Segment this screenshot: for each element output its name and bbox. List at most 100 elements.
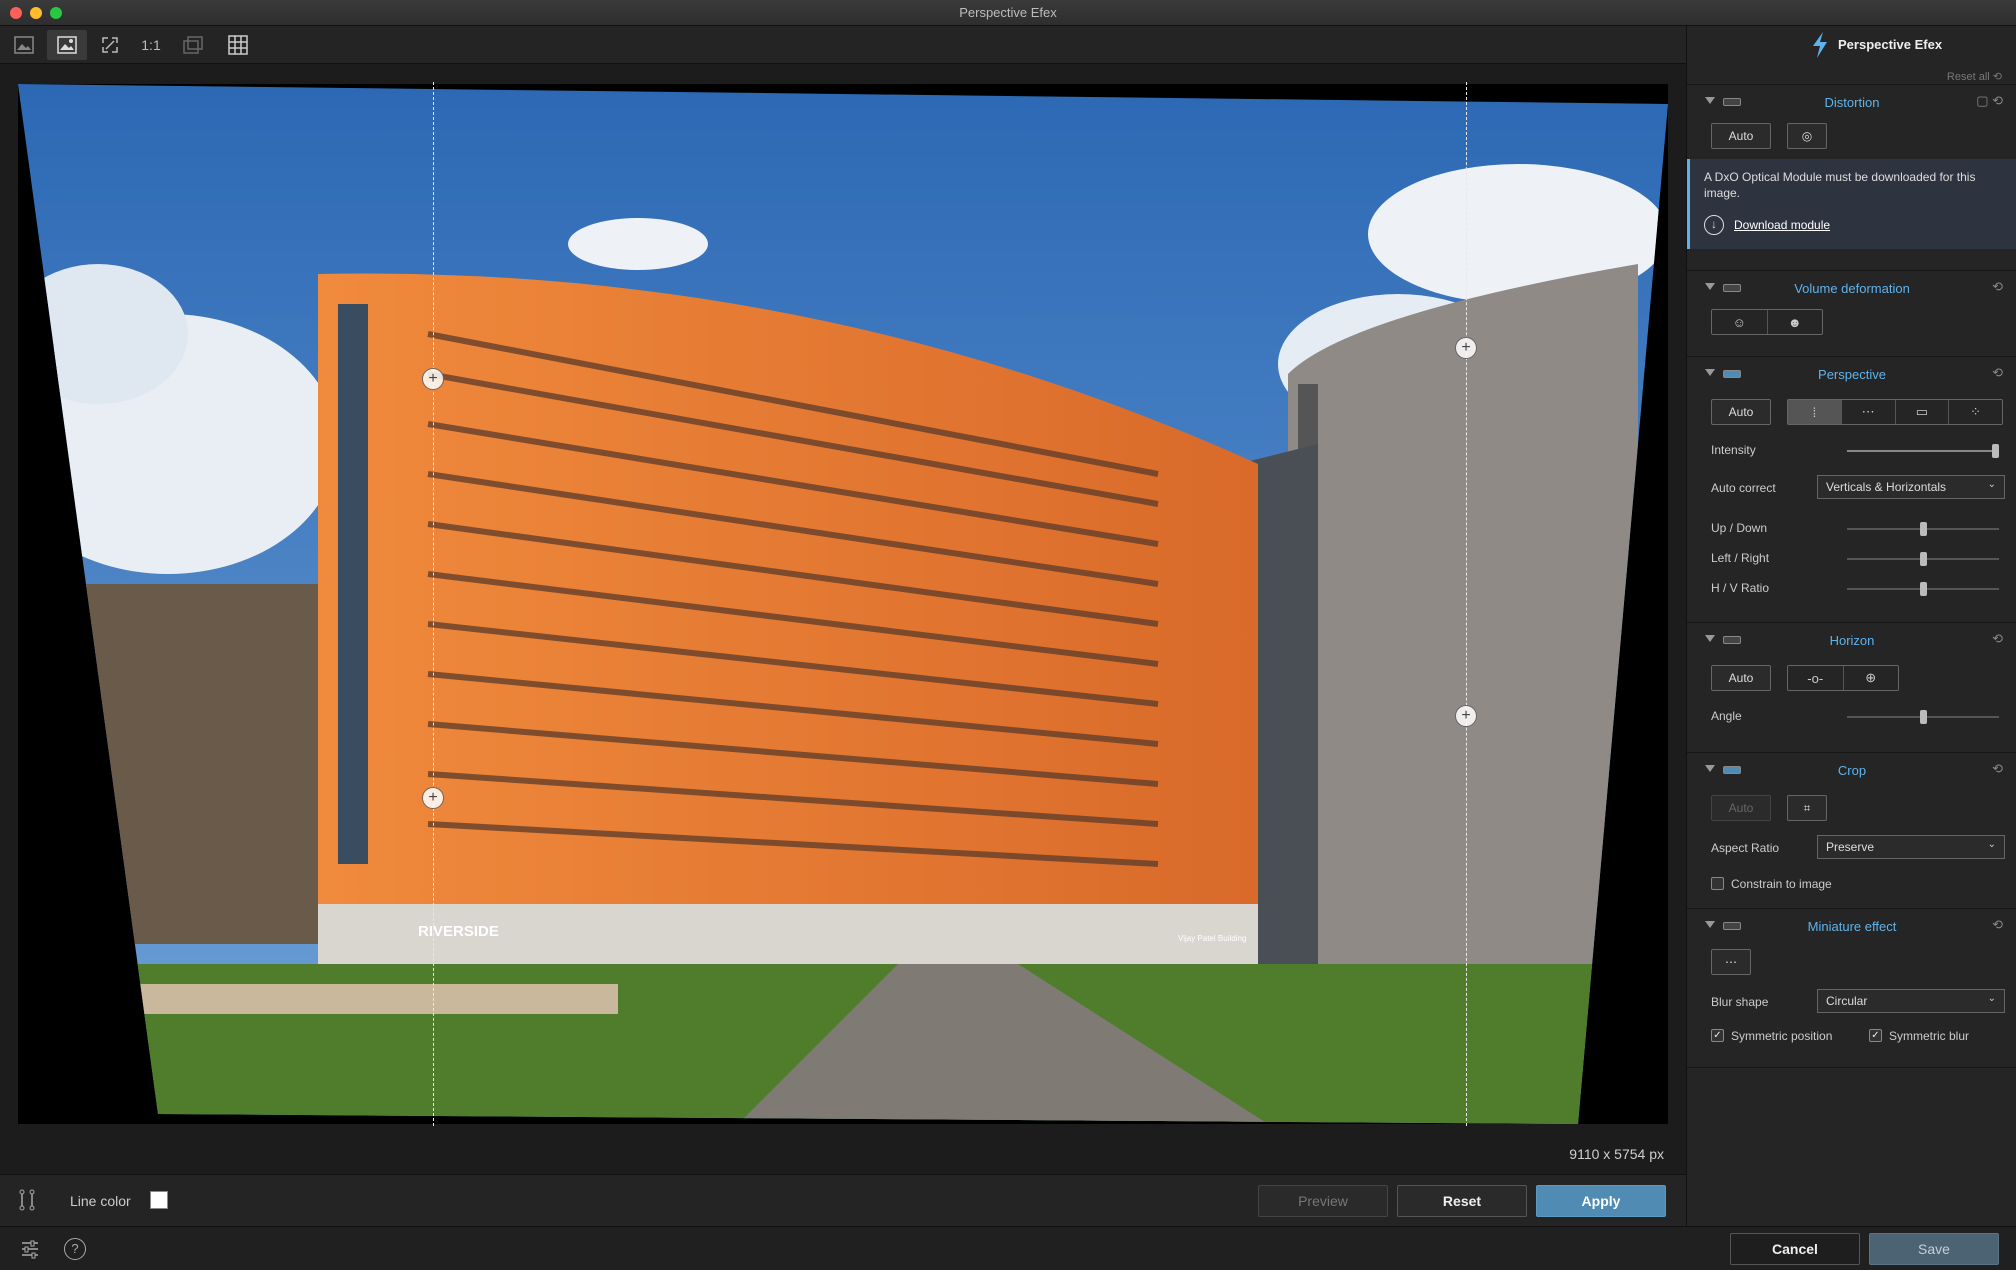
building-sign: Vijay Patel Building <box>1178 934 1246 943</box>
guide-handle-icon[interactable]: + <box>1455 337 1477 359</box>
chevron-down-icon: ⌄ <box>1987 479 1996 490</box>
left-right-slider[interactable] <box>1847 552 1999 566</box>
horizontals-icon[interactable]: ⋯ <box>1842 400 1896 424</box>
volume-panel: Volume deformation ⟲ ☺ ☻ <box>1687 270 2016 356</box>
riverside-sign: RIVERSIDE <box>418 923 499 940</box>
undo-icon[interactable]: ⟲ <box>1992 917 2003 933</box>
aspect-ratio-select[interactable]: Preserve ⌄ <box>1817 835 2005 859</box>
symmetric-blur-label: Symmetric blur <box>1889 1029 1970 1043</box>
notice-text: A DxO Optical Module must be downloaded … <box>1704 170 1976 200</box>
volume-mode-group: ☺ ☻ <box>1711 309 1823 335</box>
grid-icon[interactable] <box>218 30 258 60</box>
panel-title: Perspective <box>1818 367 1886 382</box>
up-down-label: Up / Down <box>1711 521 1768 535</box>
points-icon[interactable]: ⁘ <box>1949 400 2002 424</box>
image-canvas[interactable]: RIVERSIDE Vijay Patel Building + + + + 9… <box>0 64 1686 1174</box>
volume-face-icon[interactable]: ☻ <box>1768 310 1823 334</box>
constrain-label: Constrain to image <box>1731 877 1832 891</box>
vertical-guide-left[interactable] <box>433 82 434 1126</box>
horizon-rotate-icon[interactable]: ⊕ <box>1844 666 1899 690</box>
chevron-down-icon: ⌄ <box>1987 839 1996 850</box>
panel-title: Horizon <box>1829 633 1875 648</box>
miniature-shape-icon[interactable]: ⋯ <box>1711 949 1751 975</box>
image-dimensions: 9110 x 5754 px <box>1569 1146 1664 1162</box>
verticals-icon[interactable]: ⁞ <box>1788 400 1842 424</box>
brand-logo-icon <box>1813 32 1827 58</box>
chevron-down-icon: ⌄ <box>1987 993 1996 1004</box>
blur-shape-label: Blur shape <box>1711 995 1769 1009</box>
zoom-100-button[interactable]: 1:1 <box>131 30 171 60</box>
guide-handle-icon[interactable]: + <box>1455 705 1477 727</box>
lens-icon[interactable]: ◎ <box>1787 123 1827 149</box>
line-color-label: Line color <box>70 1193 131 1209</box>
vertical-guide-right[interactable] <box>1466 82 1467 1126</box>
reset-all-button[interactable]: Reset all ⟲ <box>1947 70 2002 83</box>
after-view-icon[interactable] <box>47 30 87 60</box>
perspective-panel: Perspective ⟲ Auto ⁞ ⋯ ▭ ⁘ Intensity Auto co… <box>1687 356 2016 622</box>
undo-icon[interactable]: ▢ ⟲ <box>1976 93 2003 109</box>
symmetric-blur-checkbox[interactable]: ✓ <box>1869 1029 1882 1042</box>
rectangle-icon[interactable]: ▭ <box>1896 400 1950 424</box>
apply-button[interactable]: Apply <box>1536 1185 1666 1217</box>
undo-icon[interactable]: ⟲ <box>1992 631 2003 647</box>
volume-person-icon[interactable]: ☺ <box>1712 310 1768 334</box>
left-right-knob[interactable] <box>1919 552 1927 566</box>
up-down-slider[interactable] <box>1847 522 1999 536</box>
angle-label: Angle <box>1711 709 1742 723</box>
fit-screen-icon[interactable] <box>90 30 130 60</box>
intensity-knob[interactable] <box>1992 444 1999 458</box>
crop-panel: Crop ⟲ Auto ⌗ Aspect Ratio Preserve ⌄ Cons… <box>1687 752 2016 908</box>
perspective-auto-button[interactable]: Auto <box>1711 399 1771 425</box>
intensity-label: Intensity <box>1711 443 1756 457</box>
horizon-line-icon[interactable]: -o- <box>1788 666 1844 690</box>
hv-ratio-knob[interactable] <box>1919 582 1927 596</box>
distortion-panel: Distortion ▢ ⟲ Auto ◎ A DxO Optical Modul… <box>1687 84 2016 270</box>
horizon-auto-button[interactable]: Auto <box>1711 665 1771 691</box>
hv-ratio-label: H / V Ratio <box>1711 581 1770 595</box>
module-notice: A DxO Optical Module must be downloaded … <box>1687 159 2016 249</box>
undo-icon[interactable]: ⟲ <box>1992 761 2003 777</box>
symmetric-position-checkbox[interactable]: ✓ <box>1711 1029 1724 1042</box>
line-color-swatch[interactable] <box>150 1191 168 1209</box>
blur-shape-select[interactable]: Circular ⌄ <box>1817 989 2005 1013</box>
up-down-knob[interactable] <box>1919 522 1927 536</box>
constrain-checkbox[interactable] <box>1711 877 1724 890</box>
symmetric-position-label: Symmetric position <box>1731 1029 1833 1043</box>
status-bar: ? Cancel Save <box>0 1226 2016 1270</box>
undo-icon[interactable]: ⟲ <box>1992 279 2003 295</box>
aspect-ratio-label: Aspect Ratio <box>1711 841 1780 855</box>
undo-icon[interactable]: ⟲ <box>1992 365 2003 381</box>
help-icon[interactable]: ? <box>64 1238 86 1260</box>
window-titlebar: Perspective Efex <box>0 0 2016 26</box>
cancel-button[interactable]: Cancel <box>1730 1233 1860 1265</box>
guide-handle-icon[interactable]: + <box>422 368 444 390</box>
crop-icon[interactable]: ⌗ <box>1787 795 1827 821</box>
auto-correct-label: Auto correct <box>1711 481 1776 495</box>
auto-correct-select[interactable]: Verticals & Horizontals ⌄ <box>1817 475 2005 499</box>
guide-lines-icon[interactable] <box>18 1189 36 1216</box>
window-title: Perspective Efex <box>959 5 1057 20</box>
save-button[interactable]: Save <box>1869 1233 1999 1265</box>
panel-title: Distortion <box>1824 95 1880 110</box>
crop-auto-button[interactable]: Auto <box>1711 795 1771 821</box>
brand-name: Perspective Efex <box>1838 37 1943 52</box>
distortion-auto-button[interactable]: Auto <box>1711 123 1771 149</box>
guide-bar: Line color Preview Reset Apply <box>0 1174 1686 1226</box>
reset-button[interactable]: Reset <box>1397 1185 1527 1217</box>
download-icon[interactable]: ↓ <box>1704 215 1724 235</box>
view-toolbar: 1:1 <box>0 26 1686 64</box>
photo-preview: RIVERSIDE Vijay Patel Building <box>18 84 1668 1124</box>
mask-view-icon[interactable] <box>173 30 213 60</box>
hv-ratio-slider[interactable] <box>1847 582 1999 596</box>
left-right-label: Left / Right <box>1711 551 1770 565</box>
settings-sliders-icon[interactable] <box>20 1239 40 1264</box>
angle-slider[interactable] <box>1847 710 1999 724</box>
guide-handle-icon[interactable]: + <box>422 787 444 809</box>
angle-knob[interactable] <box>1919 710 1927 724</box>
download-module-link[interactable]: Download module <box>1734 218 1830 232</box>
panel-title: Miniature effect <box>1807 919 1897 934</box>
before-view-icon[interactable] <box>4 30 44 60</box>
intensity-slider[interactable] <box>1847 444 1999 458</box>
preview-button[interactable]: Preview <box>1258 1185 1388 1217</box>
panel-title: Volume deformation <box>1794 281 1910 296</box>
